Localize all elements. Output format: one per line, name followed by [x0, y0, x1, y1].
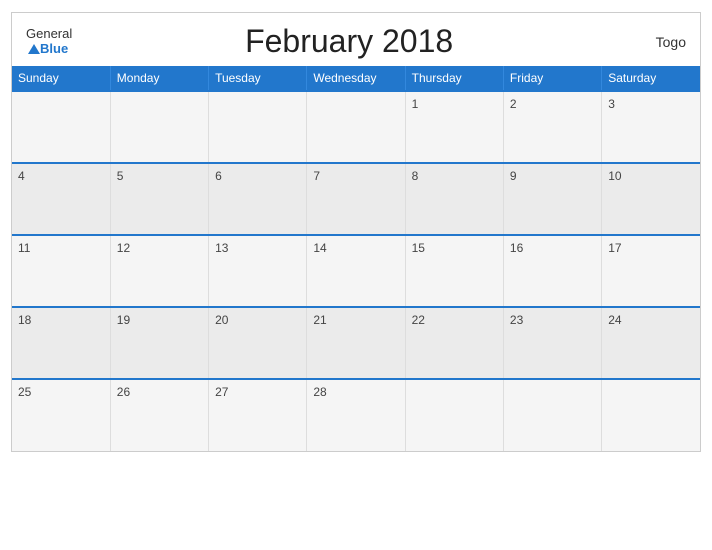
day-number: 12 — [117, 241, 130, 255]
calendar-day-cell: 20 — [209, 307, 307, 379]
day-number: 2 — [510, 97, 517, 111]
calendar-day-cell: 13 — [209, 235, 307, 307]
calendar-week-row: 18 19 20 21 22 23 24 — [12, 307, 700, 379]
header-thursday: Thursday — [405, 66, 503, 91]
calendar-table: Sunday Monday Tuesday Wednesday Thursday… — [12, 66, 700, 451]
country-label: Togo — [626, 34, 686, 50]
day-number: 13 — [215, 241, 228, 255]
calendar-day-cell: 2 — [503, 91, 601, 163]
calendar-day-cell: 1 — [405, 91, 503, 163]
calendar-day-cell: 3 — [602, 91, 700, 163]
calendar-day-cell: 21 — [307, 307, 405, 379]
day-number: 27 — [215, 385, 228, 399]
calendar-day-cell — [405, 379, 503, 451]
calendar-day-cell — [12, 91, 110, 163]
calendar-day-cell: 5 — [110, 163, 208, 235]
logo-general-text: General — [26, 27, 72, 41]
day-number: 8 — [412, 169, 419, 183]
day-number: 16 — [510, 241, 523, 255]
calendar-container: General Blue February 2018 Togo Sunday M… — [11, 12, 701, 452]
day-number: 22 — [412, 313, 425, 327]
header-sunday: Sunday — [12, 66, 110, 91]
day-number: 26 — [117, 385, 130, 399]
calendar-day-cell: 4 — [12, 163, 110, 235]
calendar-day-cell: 10 — [602, 163, 700, 235]
calendar-week-row: 11 12 13 14 15 16 17 — [12, 235, 700, 307]
day-number: 3 — [608, 97, 615, 111]
day-number: 7 — [313, 169, 320, 183]
calendar-day-cell: 7 — [307, 163, 405, 235]
calendar-day-cell — [602, 379, 700, 451]
calendar-day-cell: 26 — [110, 379, 208, 451]
day-number: 19 — [117, 313, 130, 327]
calendar-day-cell: 28 — [307, 379, 405, 451]
day-number: 25 — [18, 385, 31, 399]
day-number: 24 — [608, 313, 621, 327]
header-saturday: Saturday — [602, 66, 700, 91]
calendar-day-cell — [307, 91, 405, 163]
calendar-day-cell: 17 — [602, 235, 700, 307]
day-number: 10 — [608, 169, 621, 183]
calendar-week-row: 25 26 27 28 — [12, 379, 700, 451]
day-number: 9 — [510, 169, 517, 183]
day-number: 20 — [215, 313, 228, 327]
calendar-day-cell: 9 — [503, 163, 601, 235]
calendar-day-cell: 27 — [209, 379, 307, 451]
calendar-day-cell: 15 — [405, 235, 503, 307]
day-number: 28 — [313, 385, 326, 399]
day-number: 5 — [117, 169, 124, 183]
calendar-day-cell: 6 — [209, 163, 307, 235]
header-monday: Monday — [110, 66, 208, 91]
day-number: 23 — [510, 313, 523, 327]
calendar-day-cell: 12 — [110, 235, 208, 307]
month-title: February 2018 — [72, 23, 626, 60]
calendar-day-cell: 24 — [602, 307, 700, 379]
header-friday: Friday — [503, 66, 601, 91]
day-number: 4 — [18, 169, 25, 183]
logo-triangle-icon — [28, 44, 40, 54]
weekday-header-row: Sunday Monday Tuesday Wednesday Thursday… — [12, 66, 700, 91]
calendar-day-cell: 23 — [503, 307, 601, 379]
day-number: 14 — [313, 241, 326, 255]
day-number: 17 — [608, 241, 621, 255]
calendar-day-cell — [110, 91, 208, 163]
calendar-day-cell — [503, 379, 601, 451]
calendar-body: 1234567891011121314151617181920212223242… — [12, 91, 700, 451]
calendar-day-cell — [209, 91, 307, 163]
calendar-header: General Blue February 2018 Togo — [12, 13, 700, 66]
calendar-day-cell: 14 — [307, 235, 405, 307]
day-number: 18 — [18, 313, 31, 327]
day-number: 21 — [313, 313, 326, 327]
calendar-day-cell: 8 — [405, 163, 503, 235]
calendar-week-row: 4 5 6 7 8 9 10 — [12, 163, 700, 235]
logo-blue-text: Blue — [40, 42, 68, 56]
logo: General Blue — [26, 27, 72, 56]
calendar-day-cell: 25 — [12, 379, 110, 451]
calendar-day-cell: 16 — [503, 235, 601, 307]
calendar-day-cell: 22 — [405, 307, 503, 379]
header-wednesday: Wednesday — [307, 66, 405, 91]
day-number: 6 — [215, 169, 222, 183]
header-tuesday: Tuesday — [209, 66, 307, 91]
day-number: 15 — [412, 241, 425, 255]
calendar-day-cell: 11 — [12, 235, 110, 307]
calendar-week-row: 1 2 3 — [12, 91, 700, 163]
calendar-day-cell: 19 — [110, 307, 208, 379]
day-number: 1 — [412, 97, 419, 111]
day-number: 11 — [18, 241, 30, 255]
calendar-day-cell: 18 — [12, 307, 110, 379]
